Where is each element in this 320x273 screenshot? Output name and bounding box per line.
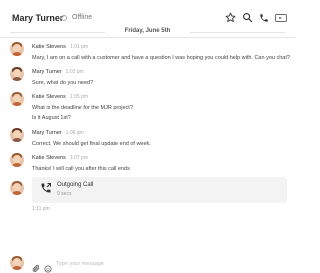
message-time: 1:03 pm [65, 69, 84, 75]
avatar [10, 128, 24, 142]
header-actions [225, 12, 287, 23]
contact-name[interactable]: Mary Turner [12, 13, 63, 23]
call-title: Outgoing Call [57, 182, 94, 188]
avatar [10, 92, 24, 106]
message-text: Thanks! I will call you after this call … [32, 166, 130, 172]
message-composer [0, 255, 295, 273]
outgoing-call-icon [40, 181, 52, 199]
avatar [10, 67, 24, 81]
sender-name: Katie Stevens [32, 44, 66, 50]
date-divider-label: Friday, June 5th [124, 28, 171, 34]
message-text: Correct. We should get final update end … [32, 141, 151, 147]
sender-name: Katie Stevens [32, 94, 66, 100]
presence-dot-icon [61, 15, 67, 21]
presence-status: Offline [72, 14, 93, 21]
call-duration: 9 secs [57, 191, 72, 197]
sender-name: Mary Turner [32, 130, 62, 136]
message-text: Is it August 1st? [32, 115, 71, 121]
call-time: 1:11 pm [32, 206, 50, 212]
sender-name: Mary Turner [32, 69, 62, 75]
date-divider: Friday, June 5th [0, 27, 295, 37]
avatar [10, 256, 24, 270]
message-text: Mary, I am on a call with a customer and… [32, 55, 290, 61]
search-icon[interactable] [242, 12, 253, 23]
sender-name: Katie Stevens [32, 155, 66, 161]
message-time: 1:06 pm [65, 130, 84, 136]
message-text: Sure, what do you need? [32, 80, 94, 86]
emoji-icon[interactable] [44, 260, 52, 273]
video-icon[interactable] [275, 13, 287, 23]
avatar [10, 42, 24, 56]
call-log-card[interactable]: Outgoing Call 9 secs [32, 177, 287, 203]
message-time: 1:01 pm [69, 44, 89, 50]
message-time: 1:05 pm [69, 94, 89, 100]
message-time: 1:07 pm [69, 155, 89, 161]
message-input[interactable] [56, 259, 276, 269]
message-text: What is the deadline for the MJR project… [32, 105, 133, 111]
attachment-icon[interactable] [32, 260, 40, 273]
avatar [10, 153, 24, 167]
avatar [10, 181, 24, 195]
phone-icon[interactable] [259, 13, 269, 23]
star-icon[interactable] [225, 12, 236, 23]
